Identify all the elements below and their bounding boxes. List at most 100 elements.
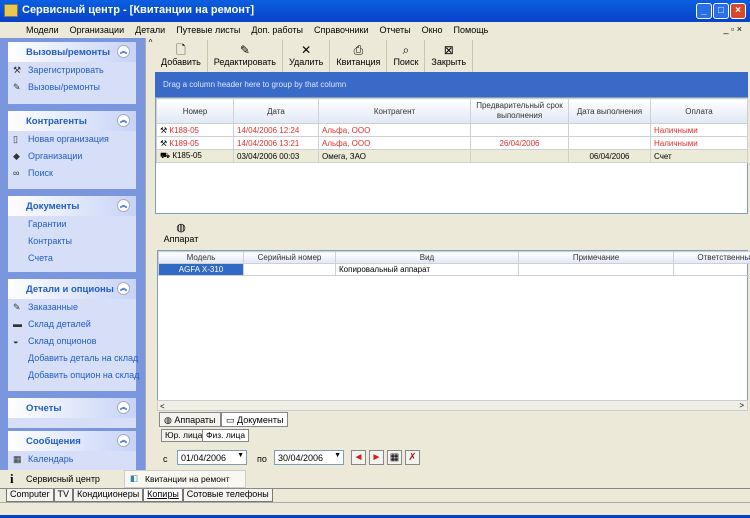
group-header[interactable]: Сообщения ︽ bbox=[8, 431, 136, 451]
col-number[interactable]: Номер bbox=[156, 98, 234, 124]
info-icon: i bbox=[10, 471, 14, 486]
group-documents: Документы ︽ Гарантии Контракты Счета bbox=[8, 196, 136, 272]
sidebar-item-new-org[interactable]: ▯ Новая организация bbox=[8, 131, 136, 148]
edit-icon: ✎ bbox=[239, 43, 250, 57]
receipts-icon: ◧ bbox=[130, 473, 139, 483]
table-row[interactable]: ⛟ К185-05 03/04/2006 00:03 Омега, ЗАО 06/0… bbox=[156, 149, 748, 163]
col-payment[interactable]: Оплата bbox=[650, 98, 748, 124]
menu-extra-work[interactable]: Доп. работы bbox=[251, 25, 303, 38]
tab-copiers[interactable]: Копиры bbox=[143, 489, 183, 502]
group-header[interactable]: Отчеты ︽ bbox=[8, 398, 136, 418]
sidebar-item-contracts[interactable]: Контракты bbox=[8, 233, 136, 250]
sidebar-item-add-option[interactable]: Добавить опцион на склад bbox=[8, 367, 139, 384]
edit-button[interactable]: ✎ Редактировать bbox=[208, 40, 283, 72]
table-row[interactable]: ⚒ К189-05 14/04/2006 13:21 Альфа, ООО 26/0… bbox=[156, 136, 748, 150]
sidebar-item-add-part[interactable]: Добавить деталь на склад bbox=[8, 350, 138, 367]
col-due[interactable]: Предварительный срок выполнения bbox=[470, 98, 569, 124]
clear-filter-button[interactable]: ✗ bbox=[405, 450, 420, 465]
sidebar-item-register[interactable]: ⚒ Зарегистрировать bbox=[8, 62, 136, 79]
sidebar-item-orgs[interactable]: ◆ Организации bbox=[8, 148, 136, 165]
parts-icon: ▬ bbox=[13, 319, 22, 329]
delete-button[interactable]: ✕ Удалить bbox=[283, 40, 331, 72]
group-header[interactable]: Документы ︽ bbox=[8, 196, 136, 216]
group-header[interactable]: Детали и опционы ︽ bbox=[8, 279, 136, 299]
col-model[interactable]: Модель bbox=[158, 251, 244, 264]
window-title: Сервисный центр - [Квитанции на ремонт] bbox=[22, 4, 254, 16]
document-icon: ▯ bbox=[13, 134, 18, 144]
menu-reports[interactable]: Отчеты bbox=[380, 25, 411, 38]
next-period-button[interactable]: ► bbox=[369, 450, 384, 465]
group-header[interactable]: Вызовы/ремонты ︽ bbox=[8, 42, 136, 62]
calendar-icon: ▦ bbox=[13, 454, 22, 464]
sidebar-item-warranties[interactable]: Гарантии bbox=[8, 216, 136, 233]
collapse-icon[interactable]: ︽ bbox=[117, 434, 130, 447]
minimize-button[interactable]: _ bbox=[696, 3, 712, 19]
add-button[interactable]: 🗋 Добавить bbox=[155, 40, 208, 72]
apparatus-button[interactable]: ◍ Аппарат bbox=[159, 218, 203, 250]
sidebar-item-options-stock[interactable]: ◒ Склад опционов bbox=[8, 333, 136, 350]
receipt-button[interactable]: ⎙ Квитанция bbox=[330, 40, 388, 72]
binoculars-icon: ∞ bbox=[13, 168, 20, 178]
tab-individuals[interactable]: Физ. лица bbox=[202, 429, 250, 442]
sidebar-item-calls[interactable]: ✎ Вызовы/ремонты bbox=[8, 79, 136, 96]
sidebar-item-invoices[interactable]: Счета bbox=[8, 250, 136, 267]
group-header[interactable]: Контрагенты ︽ bbox=[8, 111, 136, 131]
col-responsible[interactable]: Ответственный bbox=[673, 251, 750, 264]
close-button[interactable]: × bbox=[730, 3, 746, 19]
col-kind[interactable]: Вид bbox=[335, 251, 519, 264]
table-row[interactable]: ⚒ К188-05 14/04/2006 12:24 Альфа, ООО Нали… bbox=[156, 123, 748, 137]
menu-help[interactable]: Помощь bbox=[454, 25, 489, 38]
clear-filter-icon: ✗ bbox=[408, 452, 417, 463]
sidebar: Вызовы/ремонты ︽ ⚒ Зарегистрировать ✎ Вызов… bbox=[0, 38, 145, 470]
tab-computer[interactable]: Computer bbox=[6, 489, 54, 502]
menu-references[interactable]: Справочники bbox=[314, 25, 369, 38]
sidebar-item-ordered[interactable]: ✎ Заказанные bbox=[8, 299, 136, 316]
menu-window[interactable]: Окно bbox=[422, 25, 443, 38]
date-to-picker[interactable]: 30/04/2006 ▼ bbox=[274, 450, 344, 465]
table-row[interactable]: AGFA X-310 Копировальный аппарат bbox=[158, 263, 750, 276]
close-doc-button[interactable]: ⊠ Закрыть bbox=[425, 40, 474, 72]
new-document-icon: 🗋 bbox=[176, 43, 186, 57]
from-label: с bbox=[163, 454, 168, 464]
tab-tv[interactable]: TV bbox=[53, 489, 74, 502]
sidebar-scrollbar[interactable]: ^ bbox=[145, 38, 155, 470]
prev-period-button[interactable]: ◄ bbox=[351, 450, 366, 465]
calls-icon: ✎ bbox=[13, 82, 21, 92]
menu-models[interactable]: Модели bbox=[26, 25, 59, 38]
group-messages: Сообщения ︽ ▦ Календарь bbox=[8, 431, 136, 470]
collapse-icon[interactable]: ︽ bbox=[117, 114, 130, 127]
task-receipts[interactable]: ◧ Квитанции на ремонт bbox=[124, 470, 246, 488]
col-serial[interactable]: Серийный номер bbox=[243, 251, 336, 264]
tab-cell-phones[interactable]: Сотовые телефоны bbox=[182, 489, 273, 502]
collapse-icon[interactable]: ︽ bbox=[117, 401, 130, 414]
group-by-panel[interactable]: Drag a column header here to group by th… bbox=[155, 72, 748, 97]
tab-documents[interactable]: ▭ Документы bbox=[221, 412, 289, 427]
task-service-center[interactable]: i Сервисный центр bbox=[4, 471, 122, 487]
maximize-button[interactable]: □ bbox=[713, 3, 729, 19]
calendar-icon: ▦ bbox=[389, 452, 400, 463]
collapse-icon[interactable]: ︽ bbox=[117, 199, 130, 212]
sidebar-item-calendar[interactable]: ▦ Календарь bbox=[8, 451, 136, 468]
tab-apparatus[interactable]: ◍ Аппараты bbox=[159, 412, 221, 427]
search-button[interactable]: ⌕ Поиск bbox=[387, 40, 426, 72]
calendar-button[interactable]: ▦ bbox=[387, 450, 402, 465]
col-contractor[interactable]: Контрагент bbox=[318, 98, 471, 124]
mdi-controls[interactable]: _ ▫ × bbox=[724, 24, 742, 34]
menu-organizations[interactable]: Организации bbox=[70, 25, 124, 38]
sidebar-item-search[interactable]: ∞ Поиск bbox=[8, 165, 136, 182]
collapse-icon[interactable]: ︽ bbox=[117, 45, 130, 58]
sidebar-item-parts-stock[interactable]: ▬ Склад деталей bbox=[8, 316, 136, 333]
col-date[interactable]: Дата bbox=[233, 98, 319, 124]
tab-legal-entities[interactable]: Юр. лица bbox=[161, 429, 207, 442]
collapse-icon[interactable]: ︽ bbox=[117, 282, 130, 295]
col-note[interactable]: Примечание bbox=[518, 251, 674, 264]
menu-details[interactable]: Детали bbox=[135, 25, 165, 38]
dropdown-arrow-icon: ▼ bbox=[334, 452, 341, 459]
date-from-picker[interactable]: 01/04/2006 ▼ bbox=[177, 450, 247, 465]
apparatus-icon: ◍ bbox=[176, 222, 186, 234]
category-tabs: Computer TV Кондиционеры Копиры Сотовые … bbox=[0, 488, 750, 502]
horizontal-scrollbar[interactable]: < > bbox=[157, 400, 748, 411]
tab-conditioners[interactable]: Кондиционеры bbox=[73, 489, 144, 502]
menu-waybills[interactable]: Путевые листы bbox=[176, 25, 240, 38]
col-done-date[interactable]: Дата выполнения bbox=[568, 98, 651, 124]
